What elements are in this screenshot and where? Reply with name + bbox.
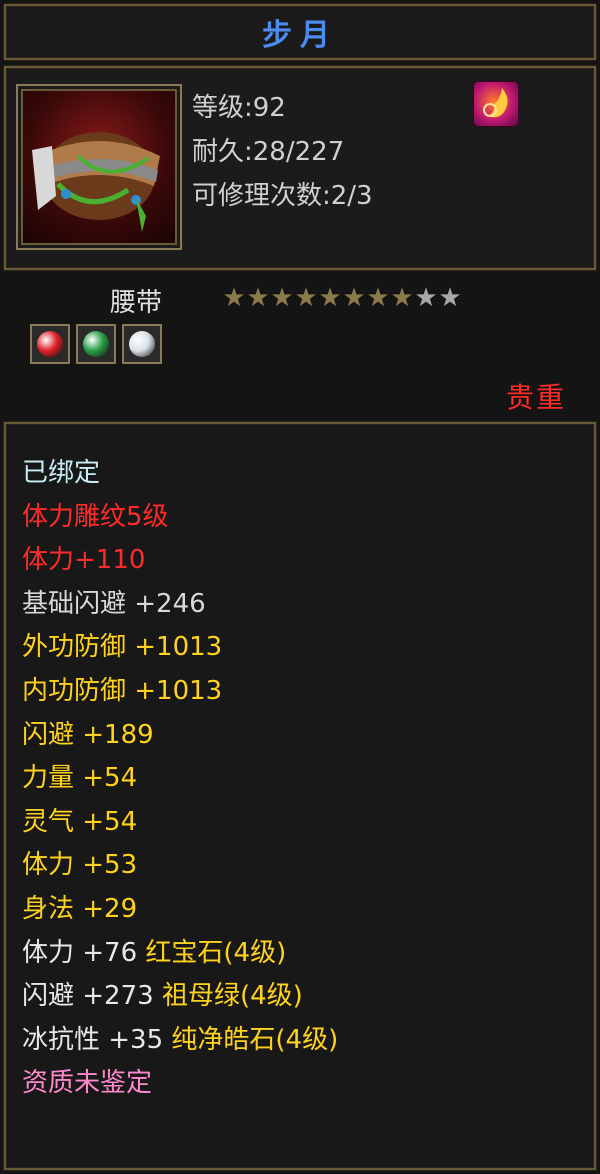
properties-list: 已绑定 体力雕纹5级 体力+110 基础闪避 +246 外功防御 +1013 内功防御 +…: [22, 452, 338, 1106]
property-line: 闪避 +189: [22, 714, 338, 758]
property-text: 闪避: [22, 719, 83, 750]
item-meta: 等级:92 耐久:28/227 可修理次数:2/3: [192, 86, 373, 218]
property-line: 已绑定: [22, 452, 338, 496]
property-text: +1013: [134, 632, 223, 663]
item-sub-info: 腰带 ★ ★ ★ ★ ★ ★ ★ ★ ★ ★ 贵重: [4, 272, 596, 418]
star-filled-icon: ★: [342, 283, 366, 313]
property-line: 体力雕纹5级: [22, 496, 338, 540]
star-filled-icon: ★: [318, 283, 342, 313]
property-text: 体力雕纹5级: [22, 501, 169, 532]
property-text: 祖母绿(4级): [161, 981, 303, 1012]
property-text: +246: [134, 588, 206, 619]
property-text: 身法: [22, 893, 83, 924]
star-rating: ★ ★ ★ ★ ★ ★ ★ ★ ★ ★: [222, 283, 462, 313]
property-line: 体力 +53: [22, 844, 338, 888]
property-text: +53: [82, 850, 138, 881]
property-text: 闪避 +273: [22, 981, 162, 1012]
star-filled-icon: ★: [390, 283, 414, 313]
property-line: 灵气 +54: [22, 801, 338, 845]
item-header: 等级:92 耐久:28/227 可修理次数:2/3: [4, 66, 596, 270]
property-line: 基础闪避 +246: [22, 583, 338, 627]
red-gem-icon: [37, 331, 63, 357]
property-text: +29: [82, 893, 138, 924]
item-type: 腰带: [110, 288, 163, 318]
property-text: +1013: [134, 675, 223, 706]
star-filled-icon: ★: [366, 283, 390, 313]
property-text: 红宝石(4级): [145, 937, 287, 968]
property-line: 外功防御 +1013: [22, 626, 338, 670]
rarity-label: 贵重: [505, 381, 566, 414]
property-line: 资质未鉴定: [22, 1062, 338, 1106]
item-level: 等级:92: [192, 93, 286, 123]
belt-icon[interactable]: [16, 84, 182, 250]
property-text: 纯净皓石(4级): [171, 1024, 339, 1055]
property-line: 力量 +54: [22, 757, 338, 801]
property-text: 外功防御: [22, 632, 135, 663]
star-filled-icon: ★: [270, 283, 294, 313]
gem-socket[interactable]: [30, 324, 70, 364]
property-line: 体力 +76 红宝石(4级): [22, 932, 338, 976]
property-text: 资质未鉴定: [22, 1068, 153, 1099]
gem-sockets: [30, 324, 162, 364]
property-line: 身法 +29: [22, 888, 338, 932]
star-filled-icon: ★: [246, 283, 270, 313]
property-text: 已绑定: [22, 458, 101, 488]
property-text: 基础闪避: [22, 588, 135, 619]
property-line: 内功防御 +1013: [22, 670, 338, 714]
star-filled-icon: ★: [294, 283, 318, 313]
white-gem-icon: [129, 331, 155, 357]
property-text: +54: [82, 806, 138, 837]
property-text: 内功防御: [22, 675, 135, 706]
item-tooltip: 步月 等级:92 耐久:28/227 可修理次数:2/3 腰带 ★ ★ ★ ★ …: [0, 0, 600, 1174]
property-text: +54: [82, 763, 138, 794]
item-name: 步月: [262, 18, 338, 53]
property-text: 灵气: [22, 806, 83, 837]
star-empty-icon: ★: [438, 283, 462, 313]
property-text: 冰抗性 +35: [22, 1024, 172, 1055]
property-text: 体力 +76: [22, 937, 146, 968]
property-line: 冰抗性 +35 纯净皓石(4级): [22, 1019, 338, 1063]
item-durability: 耐久:28/227: [192, 137, 345, 167]
title-bar: 步月: [4, 4, 596, 60]
property-text: +189: [82, 719, 154, 750]
property-line: 体力+110: [22, 539, 338, 583]
gem-socket[interactable]: [76, 324, 116, 364]
flame-badge-icon: [474, 82, 518, 126]
star-empty-icon: ★: [414, 283, 438, 313]
property-text: 力量: [22, 763, 83, 794]
property-text: 体力: [22, 850, 83, 881]
property-text: 体力+110: [22, 545, 146, 576]
item-repair-count: 可修理次数:2/3: [192, 181, 373, 211]
green-gem-icon: [83, 331, 109, 357]
properties-panel: 已绑定 体力雕纹5级 体力+110 基础闪避 +246 外功防御 +1013 内功防御 +…: [4, 422, 596, 1170]
star-filled-icon: ★: [222, 283, 246, 313]
property-line: 闪避 +273 祖母绿(4级): [22, 975, 338, 1019]
gem-socket[interactable]: [122, 324, 162, 364]
